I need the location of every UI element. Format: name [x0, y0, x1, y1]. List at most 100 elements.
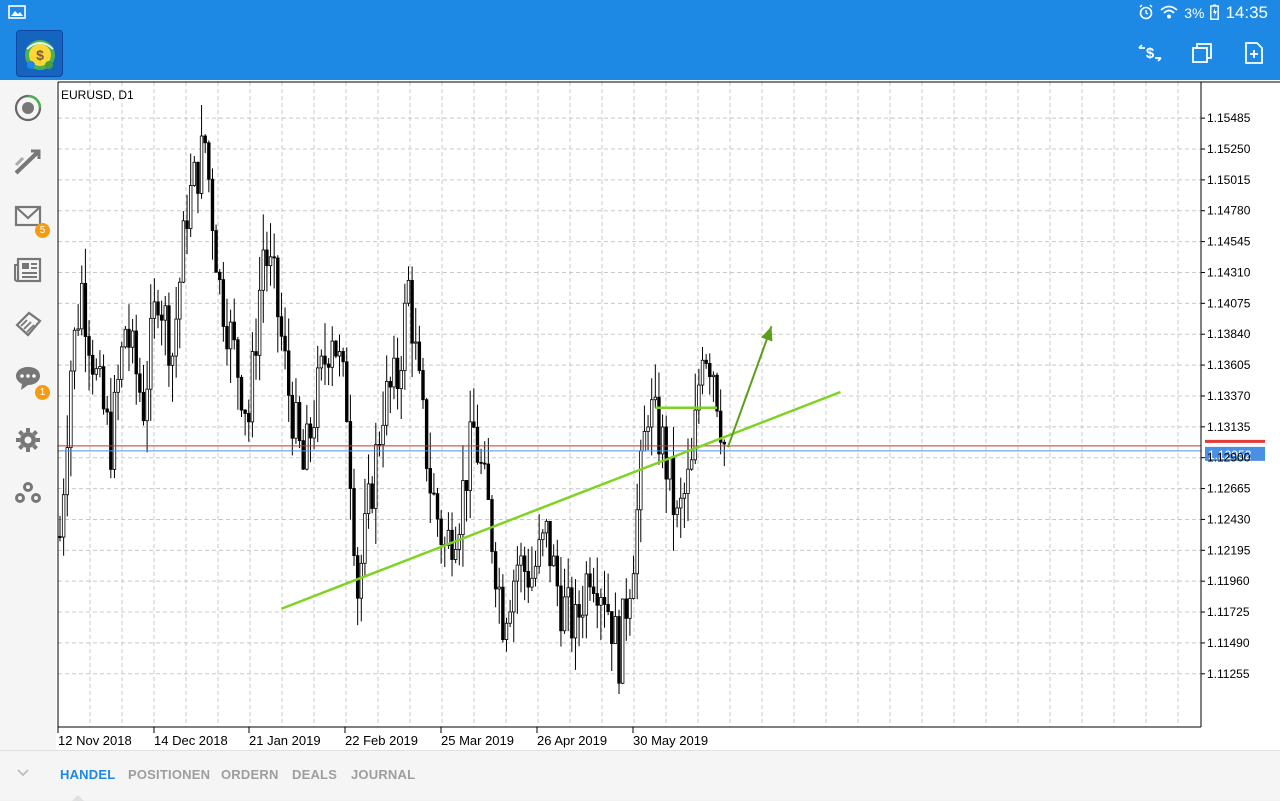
windows-icon[interactable] — [1189, 40, 1215, 66]
bottom-tab-bar: HANDEL POSITIONEN ORDERN DEALS JOURNAL — [0, 750, 1280, 800]
candle — [364, 479, 367, 578]
candle — [360, 555, 363, 622]
candle — [607, 574, 610, 616]
candle — [462, 445, 465, 567]
candle — [396, 338, 399, 410]
candle — [708, 353, 711, 394]
chart-area[interactable]: 1.12952 1.154851.152501.150151.147801.14… — [56, 80, 1280, 750]
y-tick-label: 1.14780 — [1207, 204, 1251, 218]
candle — [603, 571, 606, 628]
y-tick-label: 1.14310 — [1207, 265, 1251, 279]
candle — [393, 336, 396, 399]
news-icon — [14, 257, 42, 283]
candle — [541, 529, 544, 556]
candle — [291, 382, 294, 456]
candle — [654, 364, 657, 408]
candle — [240, 375, 243, 417]
candle — [70, 361, 73, 477]
candle — [636, 484, 639, 599]
candle — [226, 299, 229, 366]
y-tick-label: 1.13605 — [1207, 358, 1251, 372]
tab-journal[interactable]: JOURNAL — [351, 767, 415, 782]
y-tick-label: 1.14075 — [1207, 296, 1251, 310]
sidebar-item-quotes[interactable] — [12, 92, 44, 124]
tab-handel[interactable]: HANDEL — [60, 767, 115, 782]
price-chart[interactable]: 1.12952 1.154851.152501.150151.147801.14… — [56, 80, 1280, 750]
candle — [712, 371, 715, 402]
candle — [629, 589, 632, 636]
candle — [142, 365, 145, 426]
candle — [473, 388, 476, 428]
candle — [585, 561, 588, 638]
candle — [244, 409, 247, 436]
tab-ordern[interactable]: ORDERN — [221, 767, 279, 782]
active-tab-indicator — [72, 795, 84, 801]
y-tick-label: 1.11490 — [1207, 636, 1250, 650]
candle — [567, 558, 570, 631]
candle — [215, 225, 218, 273]
y-tick-label: 1.15485 — [1207, 111, 1251, 125]
candle — [669, 457, 672, 490]
candle — [436, 488, 439, 537]
candle — [157, 290, 160, 328]
community-icon — [13, 480, 43, 508]
candle — [705, 354, 708, 369]
sidebar-item-community[interactable] — [12, 478, 44, 510]
y-tick-label: 1.11255 — [1207, 667, 1250, 681]
candle — [229, 310, 232, 383]
settings-icon — [15, 427, 41, 453]
sidebar-item-news[interactable] — [12, 254, 44, 286]
candle — [353, 469, 356, 566]
candle — [549, 521, 552, 582]
x-tick-label: 12 Nov 2018 — [58, 733, 132, 748]
candle — [621, 598, 624, 684]
candle — [110, 378, 113, 478]
tab-deals[interactable]: DEALS — [292, 767, 337, 782]
candle — [178, 278, 181, 349]
candle — [193, 156, 196, 187]
sidebar-item-chat[interactable]: 1 — [12, 362, 44, 394]
candle — [418, 326, 421, 374]
candle — [458, 523, 461, 565]
candle — [592, 568, 595, 603]
x-tick-label: 25 Mar 2019 — [441, 733, 514, 748]
candle — [614, 592, 617, 643]
sidebar-item-mail[interactable]: 5 — [12, 200, 44, 232]
candle — [284, 307, 287, 369]
candle — [589, 557, 592, 601]
metatrader-logo[interactable]: $ — [16, 30, 63, 77]
currency-switch-icon[interactable]: $ — [1137, 40, 1163, 66]
chevron-down-icon[interactable] — [16, 765, 30, 781]
candle — [512, 570, 515, 642]
sidebar-item-settings[interactable] — [12, 424, 44, 456]
tab-positionen[interactable]: POSITIONEN — [128, 767, 210, 782]
candles — [59, 105, 726, 694]
y-tick-label: 1.13135 — [1207, 420, 1251, 434]
candle — [320, 350, 323, 381]
candle — [153, 278, 156, 338]
candle — [665, 416, 668, 513]
target-arrow[interactable] — [728, 326, 772, 447]
candle — [505, 618, 508, 652]
candle — [531, 546, 534, 591]
y-tick-label: 1.13840 — [1207, 327, 1251, 341]
y-tick-label: 1.12900 — [1207, 451, 1251, 465]
sidebar-item-chart[interactable] — [12, 146, 44, 178]
sidebar-item-journal[interactable] — [12, 308, 44, 340]
candle — [404, 284, 407, 390]
candle — [574, 579, 577, 670]
new-order-icon[interactable] — [1241, 40, 1267, 66]
y-tick-label: 1.15015 — [1207, 173, 1251, 187]
candle — [389, 377, 392, 413]
candle — [309, 417, 312, 462]
candle — [62, 478, 65, 555]
candle — [498, 568, 501, 624]
candle — [625, 578, 628, 641]
target-arrow-head — [761, 326, 772, 341]
candle — [164, 296, 167, 355]
candle — [218, 269, 221, 294]
candle — [454, 527, 457, 564]
candle — [99, 350, 102, 377]
candle — [701, 347, 704, 394]
alarm-icon — [1138, 4, 1154, 23]
